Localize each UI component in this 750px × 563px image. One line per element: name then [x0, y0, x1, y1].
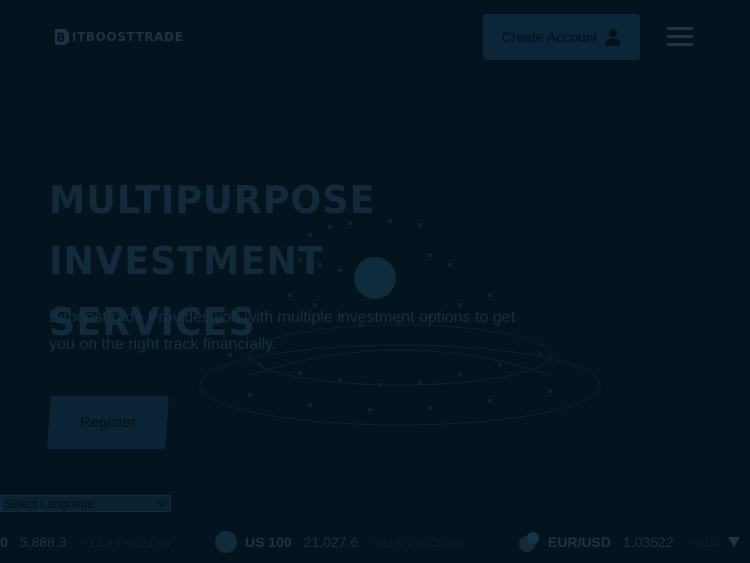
ticker-tape: 0 5,888.3 +12.4 (+0.21%) US 100 21,027.6…	[0, 528, 750, 556]
create-account-button[interactable]: Create Account	[483, 14, 640, 60]
ticker-change: +0.00	[687, 534, 721, 550]
ticker-symbol: EUR/USD	[548, 534, 612, 550]
language-select-label: Select Language	[4, 496, 95, 511]
us100-icon	[215, 531, 237, 553]
chevron-down-icon	[158, 500, 167, 507]
register-label: Register	[80, 414, 136, 431]
ticker-change: +41.0 (+0.20%)	[372, 534, 462, 550]
trend-arrow-icon	[727, 537, 740, 547]
hamburger-menu-icon[interactable]	[667, 27, 693, 47]
bitcoin-logo-icon: B	[55, 29, 69, 45]
ticker-price: 1.03522	[623, 534, 674, 550]
user-icon	[605, 28, 621, 46]
create-account-label: Create Account	[501, 29, 598, 45]
page: B ITBOOSTTRADE Create Account MULTIPURPO…	[0, 0, 750, 563]
ticker-price: 21,027.6	[303, 534, 359, 550]
svg-text:B: B	[56, 31, 65, 45]
ticker-price: 5,888.3	[19, 534, 67, 550]
language-select[interactable]: Select Language	[0, 495, 171, 512]
ticker-symbol: US 100	[245, 534, 292, 550]
hero-title-line1: MULTIPURPOSE INVESTMENT	[49, 178, 376, 283]
currency-pair-icon	[519, 532, 539, 552]
ticker-item[interactable]: US 100 21,027.6 +41.0 (+0.20%)	[215, 528, 462, 556]
ticker-item[interactable]: 0 5,888.3 +12.4 (+0.21%)	[0, 528, 170, 556]
ticker-symbol: 0	[0, 534, 8, 550]
logo[interactable]: B ITBOOSTTRADE	[52, 26, 183, 48]
ticker-change: +12.4 (+0.21%)	[80, 534, 171, 550]
hero-subtitle: Bitboosttrade Provides you with multiple…	[49, 309, 516, 353]
ticker-item[interactable]: EUR/USD 1.03522 +0.00	[518, 528, 741, 556]
logo-text: ITBOOSTTRADE	[72, 30, 184, 44]
register-button[interactable]: Register	[47, 396, 169, 449]
